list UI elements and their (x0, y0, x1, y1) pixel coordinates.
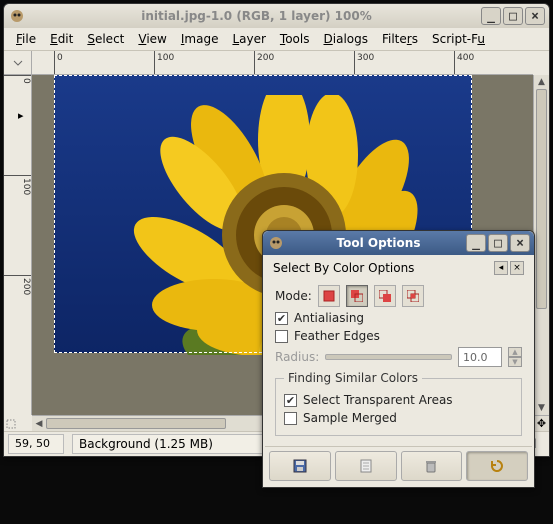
menu-layer[interactable]: Layer (226, 30, 271, 48)
document-icon (358, 458, 374, 474)
menu-dialogs[interactable]: Dialogs (318, 30, 374, 48)
dock-menu-icon[interactable]: ◂ (494, 261, 508, 275)
ruler-tick: 0 (54, 51, 63, 74)
similar-colors-group: Finding Similar Colors ✔ Select Transpar… (275, 371, 522, 436)
tool-options-dialog: Tool Options _ □ × Select By Color Optio… (262, 230, 535, 488)
sample-merged-label: Sample Merged (303, 411, 397, 425)
menubar: File Edit Select View Image Layer Tools … (4, 28, 549, 51)
select-transparent-checkbox[interactable]: ✔ (284, 394, 297, 407)
navigation-button[interactable]: ✥ (533, 415, 549, 431)
ruler-tick: 100 (4, 175, 31, 195)
scroll-down-icon[interactable]: ▼ (534, 401, 549, 415)
quickmask-button[interactable] (4, 417, 18, 431)
sample-merged-checkbox[interactable] (284, 412, 297, 425)
mode-intersect-button[interactable] (402, 285, 424, 307)
antialiasing-checkbox[interactable]: ✔ (275, 312, 288, 325)
menu-edit[interactable]: Edit (44, 30, 79, 48)
floppy-icon (292, 458, 308, 474)
feather-checkbox[interactable] (275, 330, 288, 343)
ruler-tick: 200 (254, 51, 274, 74)
app-icon (8, 7, 26, 25)
feather-row[interactable]: Feather Edges (275, 329, 522, 343)
menu-tools[interactable]: Tools (274, 30, 316, 48)
scrollbar-vertical[interactable]: ▲ ▼ (533, 75, 549, 415)
window-title: initial.jpg-1.0 (RGB, 1 layer) 100% (32, 9, 481, 23)
antialiasing-row[interactable]: ✔ Antialiasing (275, 311, 522, 325)
scroll-up-icon[interactable]: ▲ (534, 75, 549, 89)
ruler-tick: 200 (4, 275, 31, 295)
scroll-left-icon[interactable]: ◀ (32, 416, 46, 431)
feather-label: Feather Edges (294, 329, 380, 343)
maximize-button[interactable]: □ (488, 234, 508, 252)
mode-subtract-button[interactable] (374, 285, 396, 307)
group-label: Finding Similar Colors (284, 371, 422, 385)
menu-select[interactable]: Select (81, 30, 130, 48)
trash-icon (423, 458, 439, 474)
spin-down-icon[interactable]: ▼ (508, 357, 522, 367)
radius-label: Radius: (275, 350, 319, 364)
ruler-horizontal[interactable]: 0 100 200 300 400 (32, 51, 533, 75)
radius-slider[interactable] (325, 354, 452, 360)
radius-spinbox[interactable]: 10.0 (458, 347, 502, 367)
select-transparent-row[interactable]: ✔ Select Transparent Areas (284, 393, 513, 407)
scrollbar-thumb[interactable] (46, 418, 226, 429)
menu-image[interactable]: Image (175, 30, 225, 48)
close-button[interactable]: × (510, 234, 530, 252)
select-transparent-label: Select Transparent Areas (303, 393, 453, 407)
menu-filters[interactable]: Filters (376, 30, 424, 48)
minimize-button[interactable]: _ (481, 7, 501, 25)
ruler-tick: 300 (354, 51, 374, 74)
spin-up-icon[interactable]: ▲ (508, 347, 522, 357)
ruler-vertical[interactable]: ▸ 0 100 200 (4, 75, 32, 415)
reset-icon (489, 458, 505, 474)
reset-options-button[interactable] (466, 451, 528, 481)
delete-options-button[interactable] (401, 451, 463, 481)
mode-label: Mode: (275, 289, 312, 303)
ruler-tick: 400 (454, 51, 474, 74)
minimize-button[interactable]: _ (466, 234, 486, 252)
bottom-button-bar (265, 446, 532, 485)
ruler-tick: 100 (154, 51, 174, 74)
titlebar[interactable]: initial.jpg-1.0 (RGB, 1 layer) 100% _ □ … (4, 4, 549, 28)
app-icon (267, 234, 285, 252)
cursor-coords: 59, 50 (8, 434, 64, 454)
tool-options-heading: Select By Color Options (273, 261, 414, 275)
maximize-button[interactable]: □ (503, 7, 523, 25)
mode-replace-button[interactable] (318, 285, 340, 307)
ruler-pointer-icon: ▸ (18, 109, 24, 122)
save-options-button[interactable] (269, 451, 331, 481)
scrollbar-thumb[interactable] (536, 89, 547, 309)
menu-scriptfu[interactable]: Script-Fu (426, 30, 491, 48)
dock-header: Select By Color Options ◂ × (265, 257, 532, 277)
restore-options-button[interactable] (335, 451, 397, 481)
ruler-tick: 0 (4, 75, 31, 84)
menu-file[interactable]: File (10, 30, 42, 48)
antialiasing-label: Antialiasing (294, 311, 364, 325)
dialog-titlebar[interactable]: Tool Options _ □ × (263, 231, 534, 255)
mode-row: Mode: (275, 285, 522, 307)
close-button[interactable]: × (525, 7, 545, 25)
quickmask-toggle[interactable] (4, 51, 32, 75)
dock-close-icon[interactable]: × (510, 261, 524, 275)
radius-row: Radius: 10.0 ▲ ▼ (275, 347, 522, 367)
mode-add-button[interactable] (346, 285, 368, 307)
menu-view[interactable]: View (132, 30, 172, 48)
dialog-title: Tool Options (291, 236, 466, 250)
sample-merged-row[interactable]: Sample Merged (284, 411, 513, 425)
